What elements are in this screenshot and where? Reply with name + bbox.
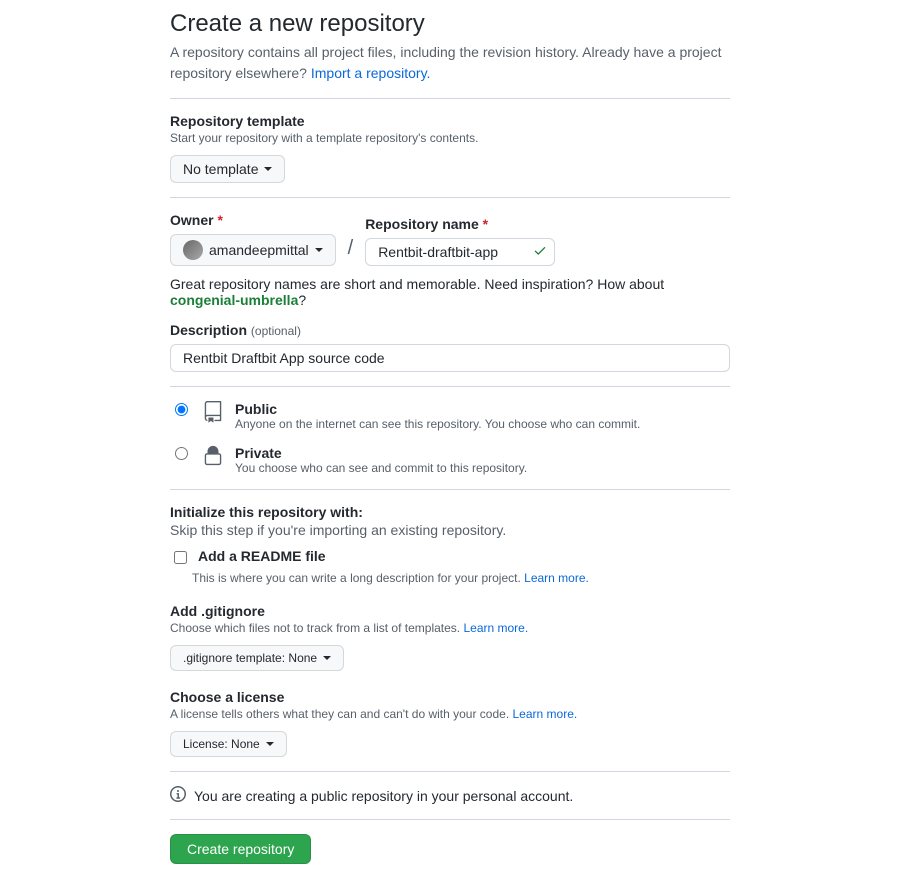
init-help: Skip this step if you're importing an ex… (170, 522, 730, 538)
divider (170, 489, 730, 490)
slash-separator: / (348, 237, 354, 260)
chevron-down-icon (266, 742, 274, 746)
page-subhead: A repository contains all project files,… (170, 42, 730, 84)
repo-name-input[interactable] (365, 238, 555, 266)
visibility-private-radio[interactable] (175, 447, 188, 460)
divider (170, 197, 730, 198)
info-text: You are creating a public repository in … (194, 788, 573, 804)
public-desc: Anyone on the internet can see this repo… (235, 417, 640, 431)
gitignore-title: Add .gitignore (170, 603, 730, 619)
license-learn-more-link[interactable]: Learn more. (513, 707, 578, 721)
owner-label: Owner * (170, 212, 336, 228)
chevron-down-icon (315, 248, 323, 252)
template-select-text: No template (183, 161, 258, 177)
template-label: Repository template (170, 113, 730, 129)
divider (170, 819, 730, 820)
repo-icon (201, 401, 225, 423)
license-select-button[interactable]: License: None (170, 731, 287, 757)
public-title: Public (235, 401, 640, 417)
private-desc: You choose who can see and commit to thi… (235, 461, 527, 475)
readme-learn-more-link[interactable]: Learn more. (524, 571, 589, 585)
description-label: Description (optional) (170, 322, 730, 338)
page-title: Create a new repository (170, 10, 730, 38)
license-title: Choose a license (170, 689, 730, 705)
avatar (183, 240, 203, 260)
gitignore-select-button[interactable]: .gitignore template: None (170, 645, 344, 671)
gitignore-help: Choose which files not to track from a l… (170, 621, 730, 635)
info-icon (170, 786, 186, 805)
private-title: Private (235, 445, 527, 461)
subhead-text: A repository contains all project files,… (170, 44, 721, 81)
description-input[interactable] (170, 344, 730, 372)
chevron-down-icon (264, 167, 272, 171)
gitignore-learn-more-link[interactable]: Learn more. (463, 621, 528, 635)
chevron-down-icon (323, 656, 331, 660)
owner-select-button[interactable]: amandeepmittal (170, 234, 336, 266)
create-repository-button[interactable]: Create repository (170, 834, 311, 864)
template-select-button[interactable]: No template (170, 155, 285, 183)
import-repo-link[interactable]: Import a repository. (311, 65, 431, 81)
template-help: Start your repository with a template re… (170, 131, 730, 145)
repo-name-label: Repository name * (365, 216, 555, 232)
name-suggestion-tip: Great repository names are short and mem… (170, 276, 730, 308)
visibility-public-radio[interactable] (175, 403, 188, 416)
name-suggestion-link[interactable]: congenial-umbrella (170, 292, 298, 308)
divider (170, 771, 730, 772)
divider (170, 98, 730, 99)
divider (170, 386, 730, 387)
readme-checkbox[interactable] (174, 551, 187, 564)
init-title: Initialize this repository with: (170, 504, 730, 520)
lock-icon (201, 445, 225, 467)
license-help: A license tells others what they can and… (170, 707, 730, 721)
owner-name-text: amandeepmittal (209, 242, 309, 258)
readme-desc: This is where you can write a long descr… (192, 571, 730, 585)
check-icon (533, 244, 547, 261)
readme-title: Add a README file (198, 548, 326, 564)
